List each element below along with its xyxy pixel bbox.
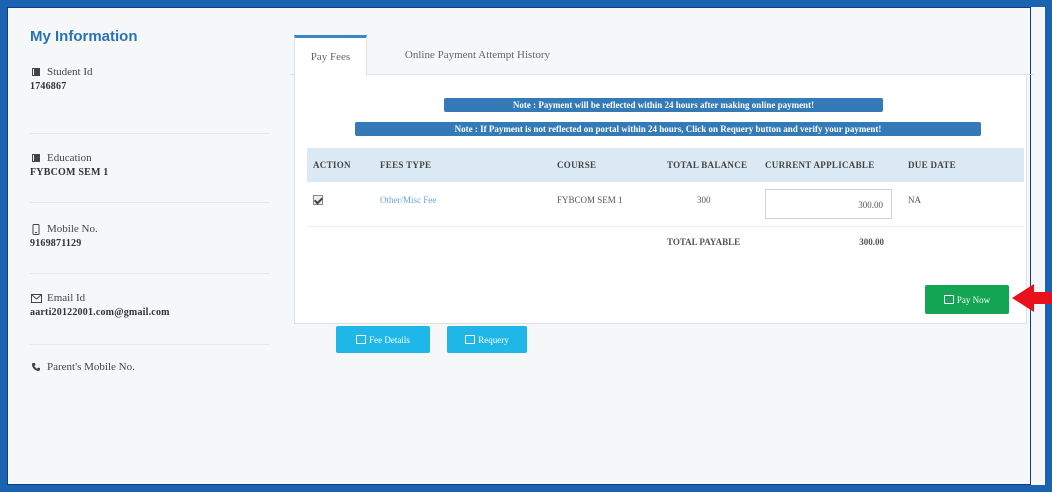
card-icon [465, 335, 476, 344]
col-course: COURSE [551, 148, 661, 182]
info-education: Education FYBCOM SEM 1 [30, 134, 270, 203]
total-payable-value: 300.00 [759, 225, 902, 260]
due-date-cell: NA [908, 195, 921, 205]
info-mobile: Mobile No. 9169871129 [30, 203, 270, 274]
red-arrow-pointer-icon [1012, 284, 1052, 312]
info-title: My Information [30, 28, 138, 45]
col-total-balance: TOTAL BALANCE [661, 148, 759, 182]
student-id-value: 1746867 [30, 81, 67, 92]
table-header-row: ACTION FEES TYPE COURSE TOTAL BALANCE CU… [307, 148, 1024, 182]
envelope-icon [30, 293, 42, 304]
col-action: ACTION [307, 148, 374, 182]
phone-icon [30, 362, 42, 373]
book-icon [30, 67, 42, 78]
col-current-applicable: CURRENT APPLICABLE [759, 148, 902, 182]
fees-type-link[interactable]: Other/Misc Fee [380, 195, 436, 205]
info-student-id: Student Id 1746867 [30, 48, 270, 134]
pay-fees-panel: Note : Payment will be reflected within … [294, 75, 1027, 353]
requery-button[interactable]: Requery [447, 326, 527, 353]
email-label: Email Id [47, 292, 86, 304]
info-parent-mobile: Parent's Mobile No. [30, 345, 270, 373]
mobile-value: 9169871129 [30, 238, 82, 249]
payment-note-1: Note : Payment will be reflected within … [444, 98, 883, 112]
total-balance-cell: 300 [697, 195, 711, 205]
parent-mobile-label: Parent's Mobile No. [47, 361, 135, 373]
fees-card: Pay Fees Online Payment Attempt History … [290, 35, 1034, 353]
current-applicable-input[interactable]: 300.00 [765, 189, 892, 219]
card-icon [943, 295, 954, 304]
table-row: Other/Misc Fee FYBCOM SEM 1 300 300.00 N… [307, 182, 1024, 226]
tab-online-payment-history[interactable]: Online Payment Attempt History [385, 35, 570, 75]
pay-now-button[interactable]: Pay Now [925, 285, 1009, 314]
email-value: aarti20122001.com@gmail.com [30, 307, 170, 318]
total-payable-label: TOTAL PAYABLE [661, 225, 759, 260]
mobile-label: Mobile No. [47, 223, 98, 235]
fees-table: ACTION FEES TYPE COURSE TOTAL BALANCE CU… [307, 148, 1024, 260]
info-email: Email Id aarti20122001.com@gmail.com [30, 274, 270, 345]
col-fees-type: FEES TYPE [374, 148, 551, 182]
education-value: FYBCOM SEM 1 [30, 167, 109, 178]
tab-bar: Pay Fees Online Payment Attempt History [290, 35, 1034, 76]
student-id-label: Student Id [47, 66, 93, 78]
tab-pay-fees[interactable]: Pay Fees [294, 35, 367, 76]
document-icon [356, 335, 367, 344]
col-due-date: DUE DATE [902, 148, 1024, 182]
total-row: TOTAL PAYABLE 300.00 [307, 225, 1024, 260]
fee-details-button[interactable]: Fee Details [336, 326, 430, 353]
payment-note-2: Note : If Payment is not reflected on po… [355, 122, 981, 136]
my-information-panel: My Information Student Id 1746867 Educat… [30, 28, 270, 373]
book-icon [30, 153, 42, 164]
course-cell: FYBCOM SEM 1 [557, 195, 623, 205]
fee-select-checkbox[interactable] [313, 195, 323, 205]
education-label: Education [47, 152, 92, 164]
mobile-icon [30, 223, 42, 235]
